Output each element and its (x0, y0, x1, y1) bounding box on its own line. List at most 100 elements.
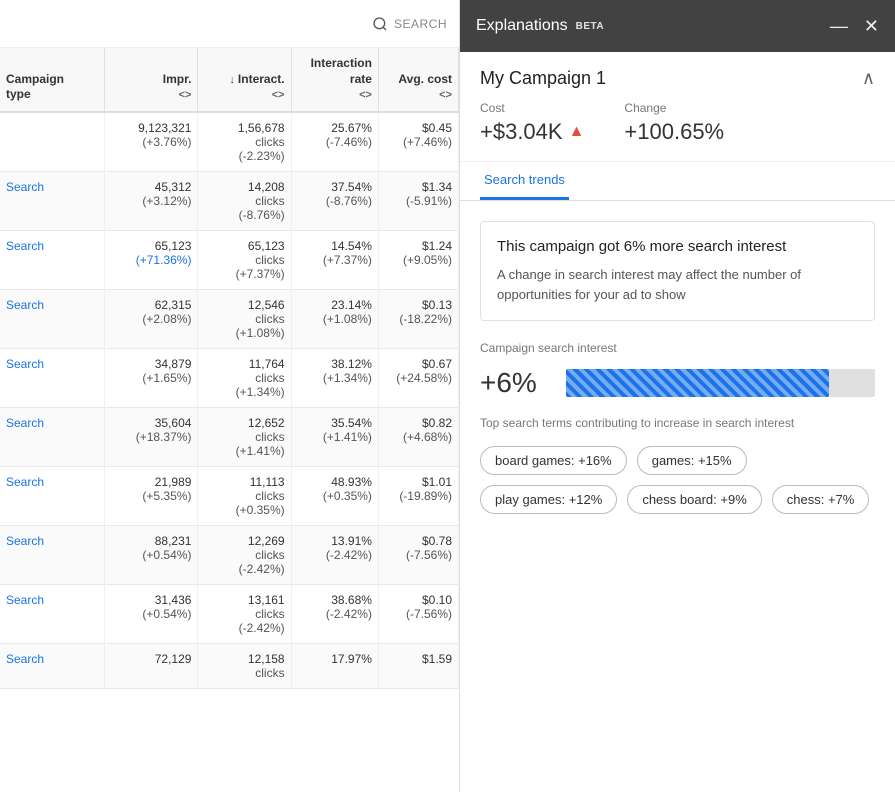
search-icon (372, 16, 388, 32)
row-cost: $1.59 (378, 643, 458, 688)
table-row: Search 31,436(+0.54%) 13,161clicks(-2.42… (0, 584, 459, 643)
campaign-name: My Campaign 1 (480, 68, 606, 89)
row-type: Search (0, 230, 105, 289)
table-panel: SEARCH Campaigntype Impr. <> ↓ Interact.… (0, 0, 460, 792)
tag-pill[interactable]: board games: +16% (480, 446, 627, 475)
row-interact: 14,208clicks(-8.76%) (198, 171, 291, 230)
col-avg-cost[interactable]: Avg. cost <> (378, 48, 458, 112)
col-impr[interactable]: Impr. <> (105, 48, 198, 112)
search-bar: SEARCH (0, 0, 459, 48)
row-cost: $0.10(-7.56%) (378, 584, 458, 643)
row-type: Search (0, 171, 105, 230)
row-cost: $0.78(-7.56%) (378, 525, 458, 584)
row-cost: $0.82(+4.68%) (378, 407, 458, 466)
row-interact: 11,113clicks(+0.35%) (198, 466, 291, 525)
summary-interact: 1,56,678clicks(-2.23%) (198, 112, 291, 172)
row-type: Search (0, 289, 105, 348)
panel-body: My Campaign 1 ∧ Cost +$3.04K ▲ Change +1… (460, 52, 895, 792)
insight-title: This campaign got 6% more search interes… (497, 238, 858, 255)
interest-percentage: +6% (480, 367, 550, 399)
row-impr: 65,123(+71.36%) (105, 230, 198, 289)
tag-pill[interactable]: chess: +7% (772, 485, 870, 514)
table-row: Search 65,123(+71.36%) 65,123clicks(+7.3… (0, 230, 459, 289)
row-type: Search (0, 643, 105, 688)
cost-label: Cost (480, 101, 584, 115)
row-interact: 65,123clicks(+7.37%) (198, 230, 291, 289)
insight-box: This campaign got 6% more search interes… (480, 221, 875, 321)
search-icon-wrap: SEARCH (372, 16, 447, 32)
row-type: Search (0, 466, 105, 525)
row-interact: 12,158clicks (198, 643, 291, 688)
row-rate: 37.54%(-8.76%) (291, 171, 378, 230)
tab-search-trends[interactable]: Search trends (480, 162, 569, 200)
row-cost: $1.24(+9.05%) (378, 230, 458, 289)
up-arrow-icon: ▲ (569, 123, 585, 141)
change-label: Change (624, 101, 724, 115)
close-button[interactable]: ✕ (864, 17, 879, 35)
row-interact: 12,652clicks(+1.41%) (198, 407, 291, 466)
summary-rate: 25.67%(-7.46%) (291, 112, 378, 172)
campaign-header: My Campaign 1 ∧ (460, 52, 895, 101)
bar-fill (566, 369, 829, 397)
row-impr: 72,129 (105, 643, 198, 688)
col-interact-rate[interactable]: Interactionrate <> (291, 48, 378, 112)
cost-amount: +$3.04K (480, 119, 563, 145)
row-impr: 31,436(+0.54%) (105, 584, 198, 643)
row-rate: 13.91%(-2.42%) (291, 525, 378, 584)
row-type: Search (0, 584, 105, 643)
summary-type (0, 112, 105, 172)
row-type: Search (0, 525, 105, 584)
row-type: Search (0, 348, 105, 407)
row-rate: 17.97% (291, 643, 378, 688)
change-block: Change +100.65% (624, 101, 724, 145)
table-row: Search 35,604(+18.37%) 12,652clicks(+1.4… (0, 407, 459, 466)
row-cost: $1.34(-5.91%) (378, 171, 458, 230)
cost-block: Cost +$3.04K ▲ (480, 101, 584, 145)
summary-cost: $0.45(+7.46%) (378, 112, 458, 172)
row-interact: 12,269clicks(-2.42%) (198, 525, 291, 584)
table-scroll[interactable]: Campaigntype Impr. <> ↓ Interact. <> Int… (0, 48, 459, 792)
tag-pill[interactable]: play games: +12% (480, 485, 617, 514)
col-campaign-type[interactable]: Campaigntype (0, 48, 105, 112)
col-interact[interactable]: ↓ Interact. <> (198, 48, 291, 112)
row-impr: 35,604(+18.37%) (105, 407, 198, 466)
row-cost: $1.01(-19.89%) (378, 466, 458, 525)
bar-stripes (566, 369, 829, 397)
chevron-up-icon[interactable]: ∧ (862, 68, 875, 89)
row-cost: $0.67(+24.58%) (378, 348, 458, 407)
interest-section-label: Campaign search interest (480, 341, 875, 355)
interest-bar-row: +6% (480, 367, 875, 399)
right-panel: Explanations BETA — ✕ My Campaign 1 ∧ Co… (460, 0, 895, 792)
row-impr: 88,231(+0.54%) (105, 525, 198, 584)
table-row: Search 21,989(+5.35%) 11,113clicks(+0.35… (0, 466, 459, 525)
row-impr: 34,879(+1.65%) (105, 348, 198, 407)
campaign-section: My Campaign 1 ∧ Cost +$3.04K ▲ Change +1… (460, 52, 895, 162)
panel-title-wrap: Explanations BETA (476, 17, 604, 35)
insight-description: A change in search interest may affect t… (497, 265, 858, 304)
row-rate: 35.54%(+1.41%) (291, 407, 378, 466)
row-rate: 38.68%(-2.42%) (291, 584, 378, 643)
table-row: Search 72,129 12,158clicks 17.97% $1.59 (0, 643, 459, 688)
content-area: This campaign got 6% more search interes… (460, 201, 895, 534)
tag-pill[interactable]: chess board: +9% (627, 485, 761, 514)
summary-impr: 9,123,321(+3.76%) (105, 112, 198, 172)
table-row: Search 34,879(+1.65%) 11,764clicks(+1.34… (0, 348, 459, 407)
row-impr: 21,989(+5.35%) (105, 466, 198, 525)
row-interact: 11,764clicks(+1.34%) (198, 348, 291, 407)
cost-change-row: Cost +$3.04K ▲ Change +100.65% (460, 101, 895, 161)
row-impr: 45,312(+3.12%) (105, 171, 198, 230)
table-row: Search 62,315(+2.08%) 12,546clicks(+1.08… (0, 289, 459, 348)
cost-value: +$3.04K ▲ (480, 119, 584, 145)
row-type: Search (0, 407, 105, 466)
panel-header: Explanations BETA — ✕ (460, 0, 895, 52)
tabs-row: Search trends (460, 162, 895, 201)
row-rate: 23.14%(+1.08%) (291, 289, 378, 348)
row-interact: 13,161clicks(-2.42%) (198, 584, 291, 643)
tab-label: Search trends (484, 172, 565, 187)
tag-pill[interactable]: games: +15% (637, 446, 747, 475)
terms-label: Top search terms contributing to increas… (480, 415, 875, 432)
table-row: Search 88,231(+0.54%) 12,269clicks(-2.42… (0, 525, 459, 584)
minimize-button[interactable]: — (830, 17, 848, 35)
change-value: +100.65% (624, 119, 724, 145)
row-interact: 12,546clicks(+1.08%) (198, 289, 291, 348)
